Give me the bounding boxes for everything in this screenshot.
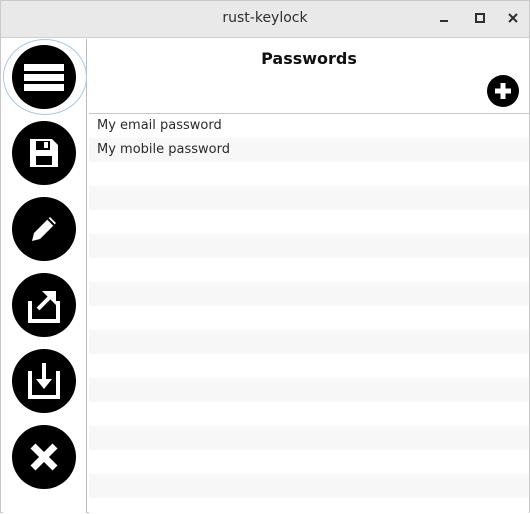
empty-list-row [89,474,529,498]
upload-icon [28,291,60,323]
empty-list-row [89,234,529,258]
save-button[interactable] [12,121,76,185]
pencil-icon [32,217,56,241]
sidebar [3,39,87,513]
menu-button[interactable] [12,45,76,109]
exit-button[interactable] [12,425,76,489]
floppy-disk-icon [30,139,58,167]
x-icon [30,443,58,471]
empty-list-row [89,258,529,282]
list-item[interactable]: My mobile password [89,138,529,162]
empty-list-row [89,282,529,306]
page-title: Passwords [261,49,357,68]
list-item[interactable]: My email password [89,114,529,138]
hamburger-menu-icon [24,64,64,91]
empty-list-row [89,306,529,330]
empty-list-row [89,450,529,474]
title-bar: rust-keylock [1,1,529,38]
empty-list-row [89,186,529,210]
empty-list-row [89,378,529,402]
edit-button[interactable] [12,197,76,261]
minimize-icon [440,20,448,22]
empty-list-row [89,354,529,378]
empty-list-row [89,426,529,450]
plus-circle-icon [495,83,511,99]
import-button[interactable] [12,349,76,413]
maximize-icon [475,13,485,23]
add-password-button[interactable] [487,75,519,107]
download-icon [28,363,60,399]
main-panel: Passwords My email password My mobile pa… [89,39,529,514]
export-button[interactable] [12,273,76,337]
close-icon [508,13,518,23]
empty-list-row [89,210,529,234]
close-button[interactable] [504,9,522,27]
empty-list-row [89,402,529,426]
empty-list-row [89,330,529,354]
minimize-button[interactable] [435,9,453,27]
app-window: rust-keylock Passwords My email password… [0,0,530,514]
maximize-button[interactable] [471,9,489,27]
password-list: My email password My mobile password [89,113,529,514]
empty-list-row [89,162,529,186]
empty-list-row [89,498,529,514]
